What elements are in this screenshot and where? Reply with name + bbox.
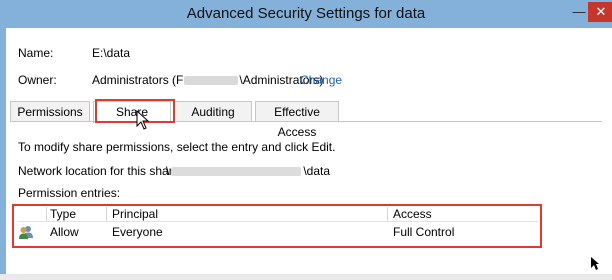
window-title: Advanced Security Settings for data — [186, 5, 426, 22]
permission-entries-label: Permission entries: — [18, 186, 121, 200]
permission-entries-highlight — [12, 204, 542, 248]
owner-label: Owner: — [18, 73, 57, 87]
title-bar: Advanced Security Settings for data — ✕ — [0, 0, 612, 29]
redacted-text — [184, 76, 239, 86]
close-button[interactable]: ✕ — [588, 2, 612, 22]
window-frame-bottom — [0, 274, 612, 280]
owner-value: Administrators (F \Administrators) — [92, 73, 323, 87]
share-tab-highlight — [95, 99, 175, 123]
share-instruction: To modify share permissions, select the … — [18, 140, 336, 154]
network-suffix: \data — [303, 164, 331, 178]
network-location-label: Network location for this share: — [18, 164, 183, 178]
name-value: E:\data — [92, 46, 131, 60]
name-label: Name: — [18, 46, 54, 60]
network-location-value: \ \data — [166, 164, 330, 178]
redacted-text — [171, 167, 302, 177]
change-owner-link[interactable]: Change — [300, 73, 342, 87]
tab-permissions[interactable]: Permissions — [10, 101, 90, 122]
tab-auditing[interactable]: Auditing — [174, 101, 252, 122]
mouse-cursor-icon — [591, 257, 599, 270]
network-prefix: \ — [166, 164, 170, 178]
owner-prefix: Administrators (F — [92, 73, 184, 87]
mouse-cursor-icon — [136, 110, 150, 130]
tab-effective-access[interactable]: Effective Access — [255, 101, 339, 139]
